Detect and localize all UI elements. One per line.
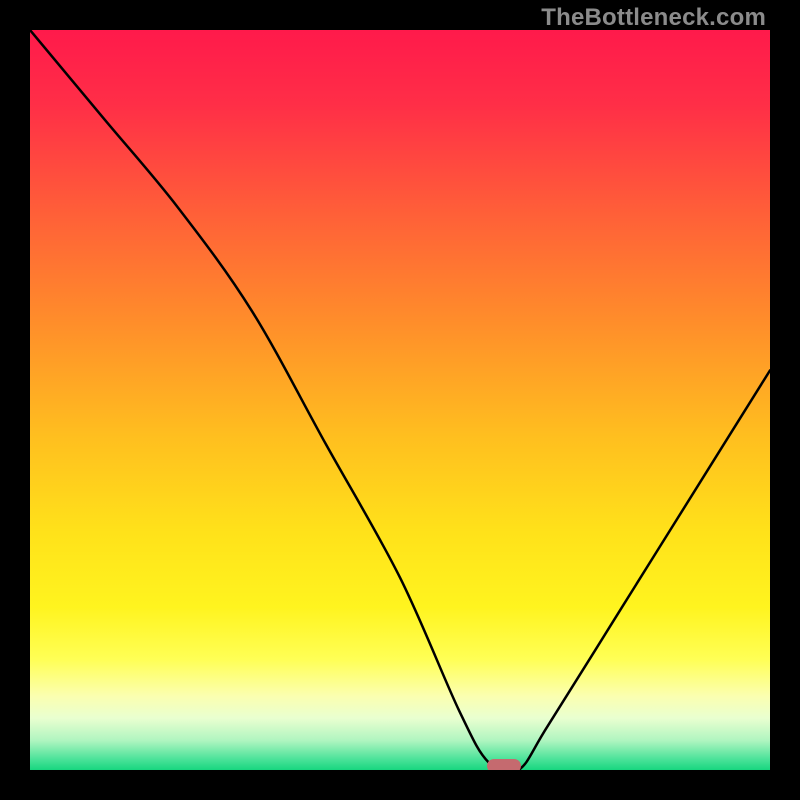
outer-frame: TheBottleneck.com (0, 0, 800, 800)
plot-area (30, 30, 770, 770)
optimal-marker (487, 759, 521, 770)
gradient-background (30, 30, 770, 770)
watermark-text: TheBottleneck.com (541, 4, 766, 32)
chart-svg (30, 30, 770, 770)
